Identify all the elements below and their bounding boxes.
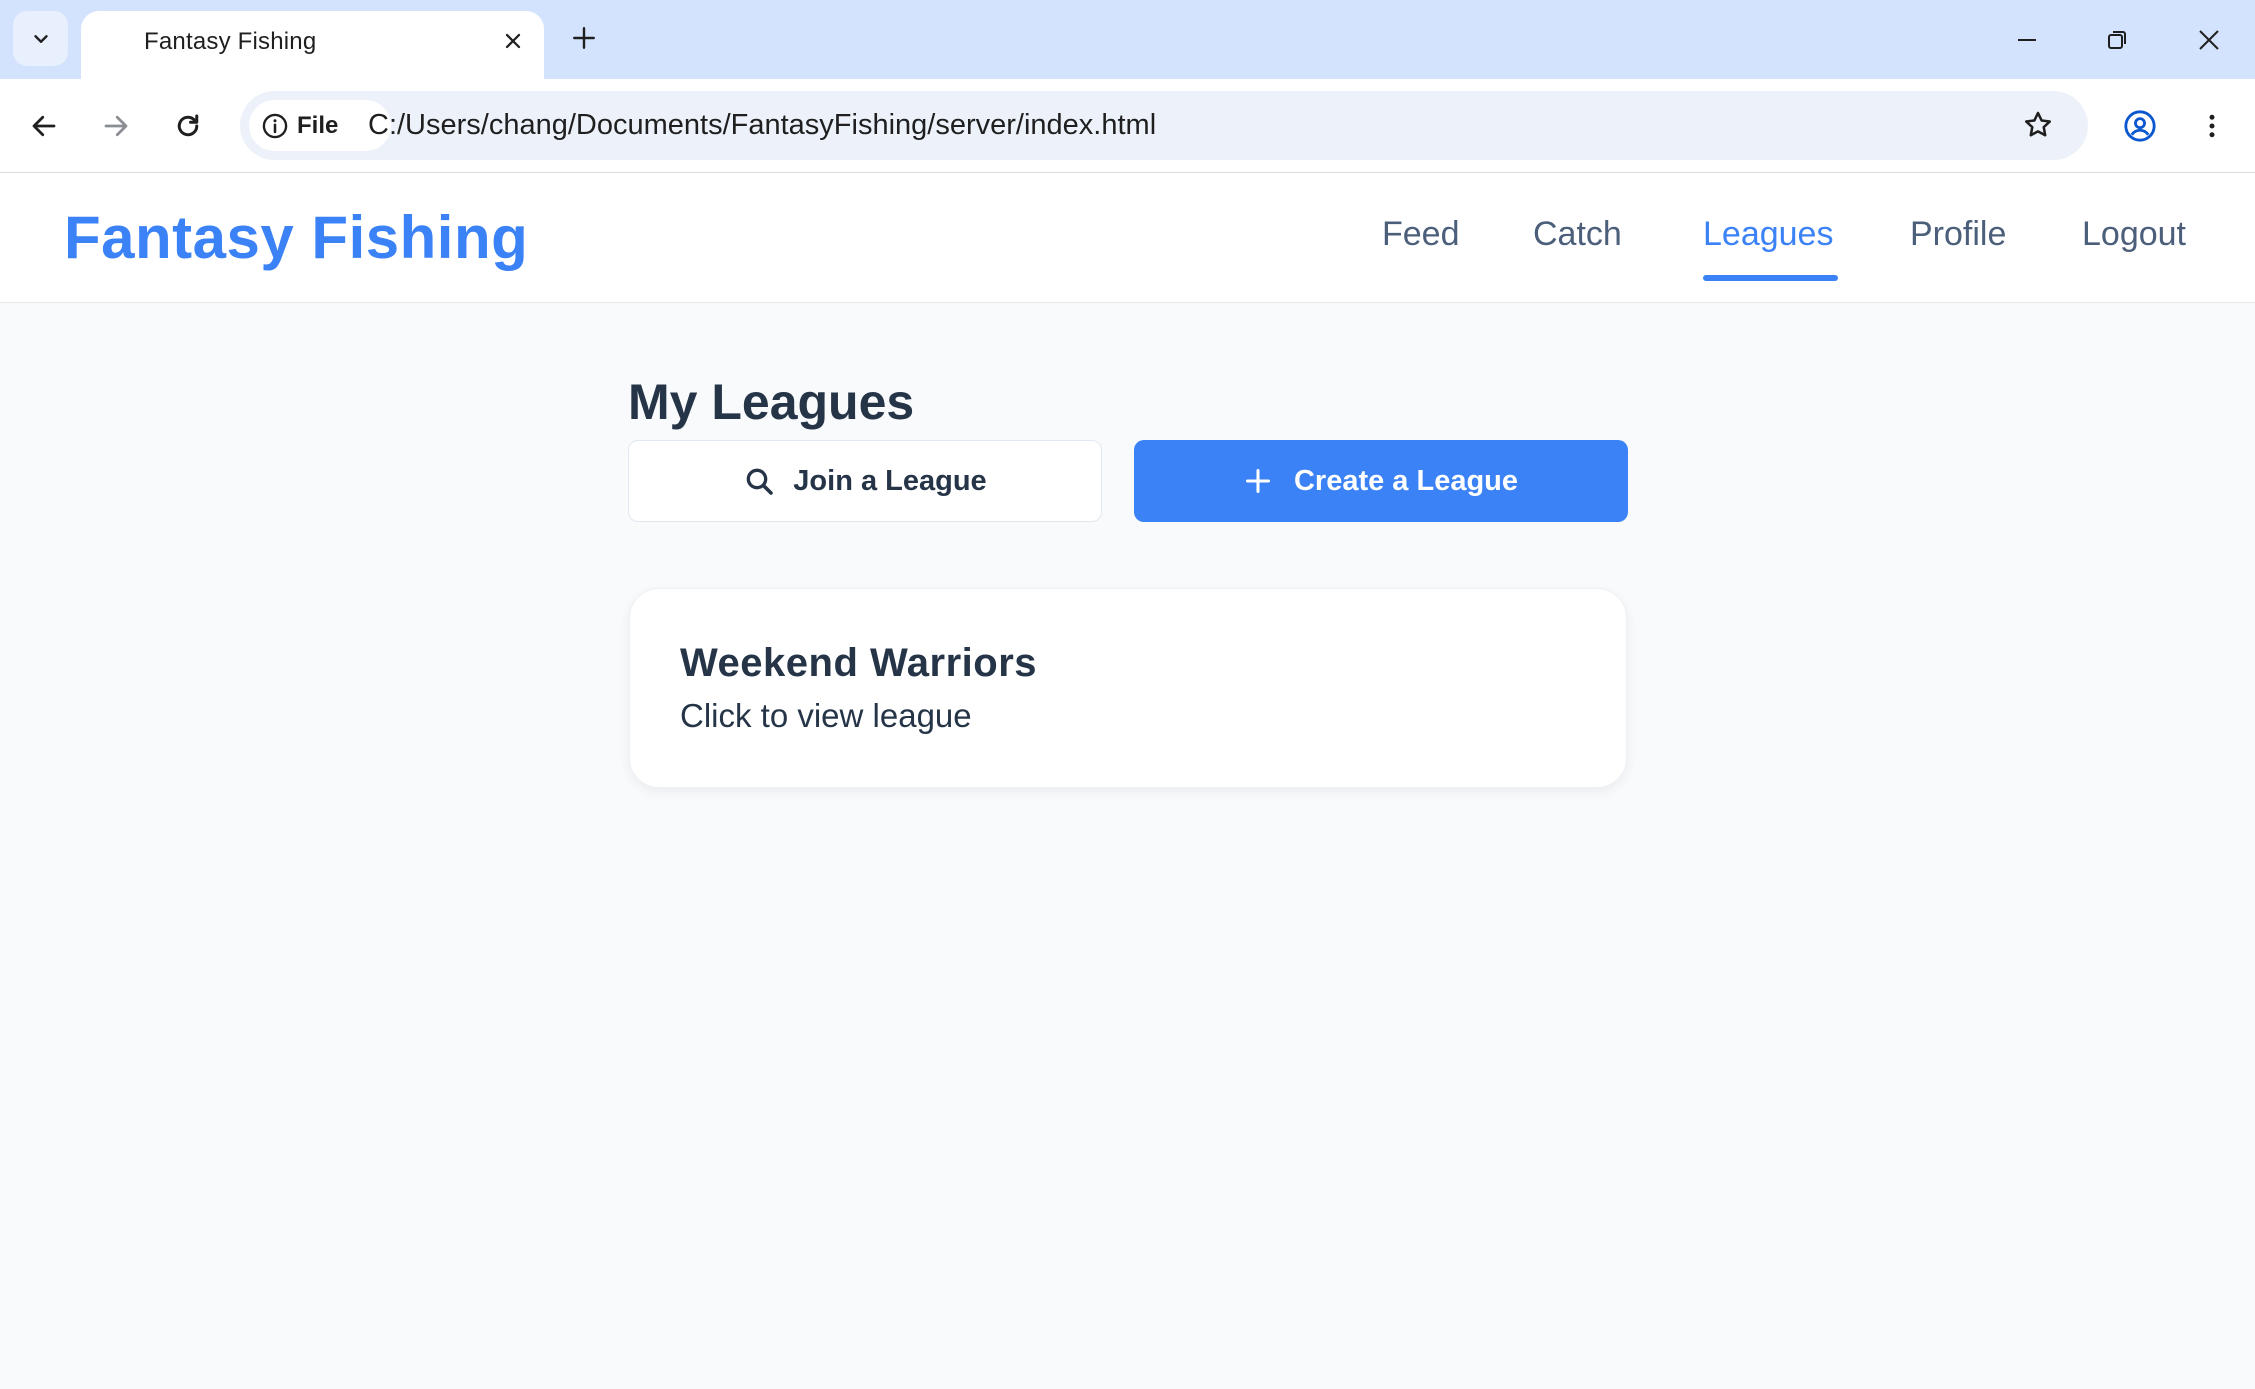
- brand-logo[interactable]: Fantasy Fishing: [64, 203, 528, 272]
- new-tab-button[interactable]: [564, 18, 604, 58]
- restore-icon: [2108, 31, 2126, 49]
- restore-button[interactable]: [2095, 18, 2139, 62]
- browser-tab-active[interactable]: Fantasy Fishing: [81, 11, 544, 81]
- arrow-right-icon: [104, 115, 128, 137]
- tab-title: Fantasy Fishing: [144, 28, 317, 55]
- browser-window: Fantasy Fishing File C:/Users/chang/Docu…: [0, 0, 2255, 1389]
- star-icon: [2025, 111, 2051, 137]
- security-chip-label: File: [297, 111, 339, 139]
- url-text[interactable]: C:/Users/chang/Documents/FantasyFishing/…: [368, 109, 1156, 142]
- profile-button[interactable]: [2116, 102, 2164, 150]
- bookmark-button[interactable]: [2016, 103, 2060, 147]
- league-card[interactable]: Weekend Warriors Click to view league: [629, 588, 1627, 788]
- minimize-icon: [2018, 39, 2036, 41]
- info-icon: [262, 113, 288, 138]
- reload-icon: [177, 114, 199, 137]
- nav-profile[interactable]: Profile: [1910, 215, 2006, 254]
- address-bar[interactable]: File C:/Users/chang/Documents/FantasyFis…: [240, 91, 2088, 160]
- kebab-menu-icon: [2209, 114, 2215, 138]
- create-league-label: Create a League: [1293, 464, 1519, 497]
- browser-menu-button[interactable]: [2188, 102, 2236, 150]
- arrow-left-icon: [32, 115, 56, 137]
- search-icon: [746, 468, 774, 495]
- create-league-button[interactable]: Create a League: [1134, 440, 1628, 522]
- back-button[interactable]: [20, 102, 68, 150]
- nav-feed[interactable]: Feed: [1382, 215, 1460, 254]
- league-subtitle: Click to view league: [680, 697, 972, 734]
- league-name: Weekend Warriors: [680, 641, 1038, 685]
- nav-leagues[interactable]: Leagues: [1703, 215, 1833, 254]
- close-icon: [505, 33, 521, 49]
- browser-toolbar: File C:/Users/chang/Documents/FantasyFis…: [0, 79, 2255, 173]
- tab-strip: Fantasy Fishing: [0, 0, 2255, 81]
- app-header: Fantasy Fishing Feed Catch Leagues Profi…: [0, 173, 2255, 303]
- account-circle-icon: [2124, 110, 2156, 142]
- nav-catch[interactable]: Catch: [1533, 215, 1622, 254]
- reload-button[interactable]: [164, 102, 212, 150]
- forward-button[interactable]: [92, 102, 140, 150]
- join-league-button[interactable]: Join a League: [628, 440, 1102, 522]
- chevron-down-icon: [33, 34, 48, 43]
- tab-close-button[interactable]: [496, 24, 530, 58]
- close-icon: [2199, 30, 2219, 50]
- minimize-button[interactable]: [2005, 18, 2049, 62]
- page-title: My Leagues: [628, 374, 915, 430]
- join-league-label: Join a League: [793, 464, 987, 497]
- plus-icon: [1245, 468, 1270, 494]
- nav-active-indicator: [1703, 275, 1838, 281]
- close-window-button[interactable]: [2187, 18, 2231, 62]
- nav-logout[interactable]: Logout: [2082, 215, 2186, 254]
- plus-icon: [573, 27, 595, 49]
- tab-search-button[interactable]: [13, 11, 68, 66]
